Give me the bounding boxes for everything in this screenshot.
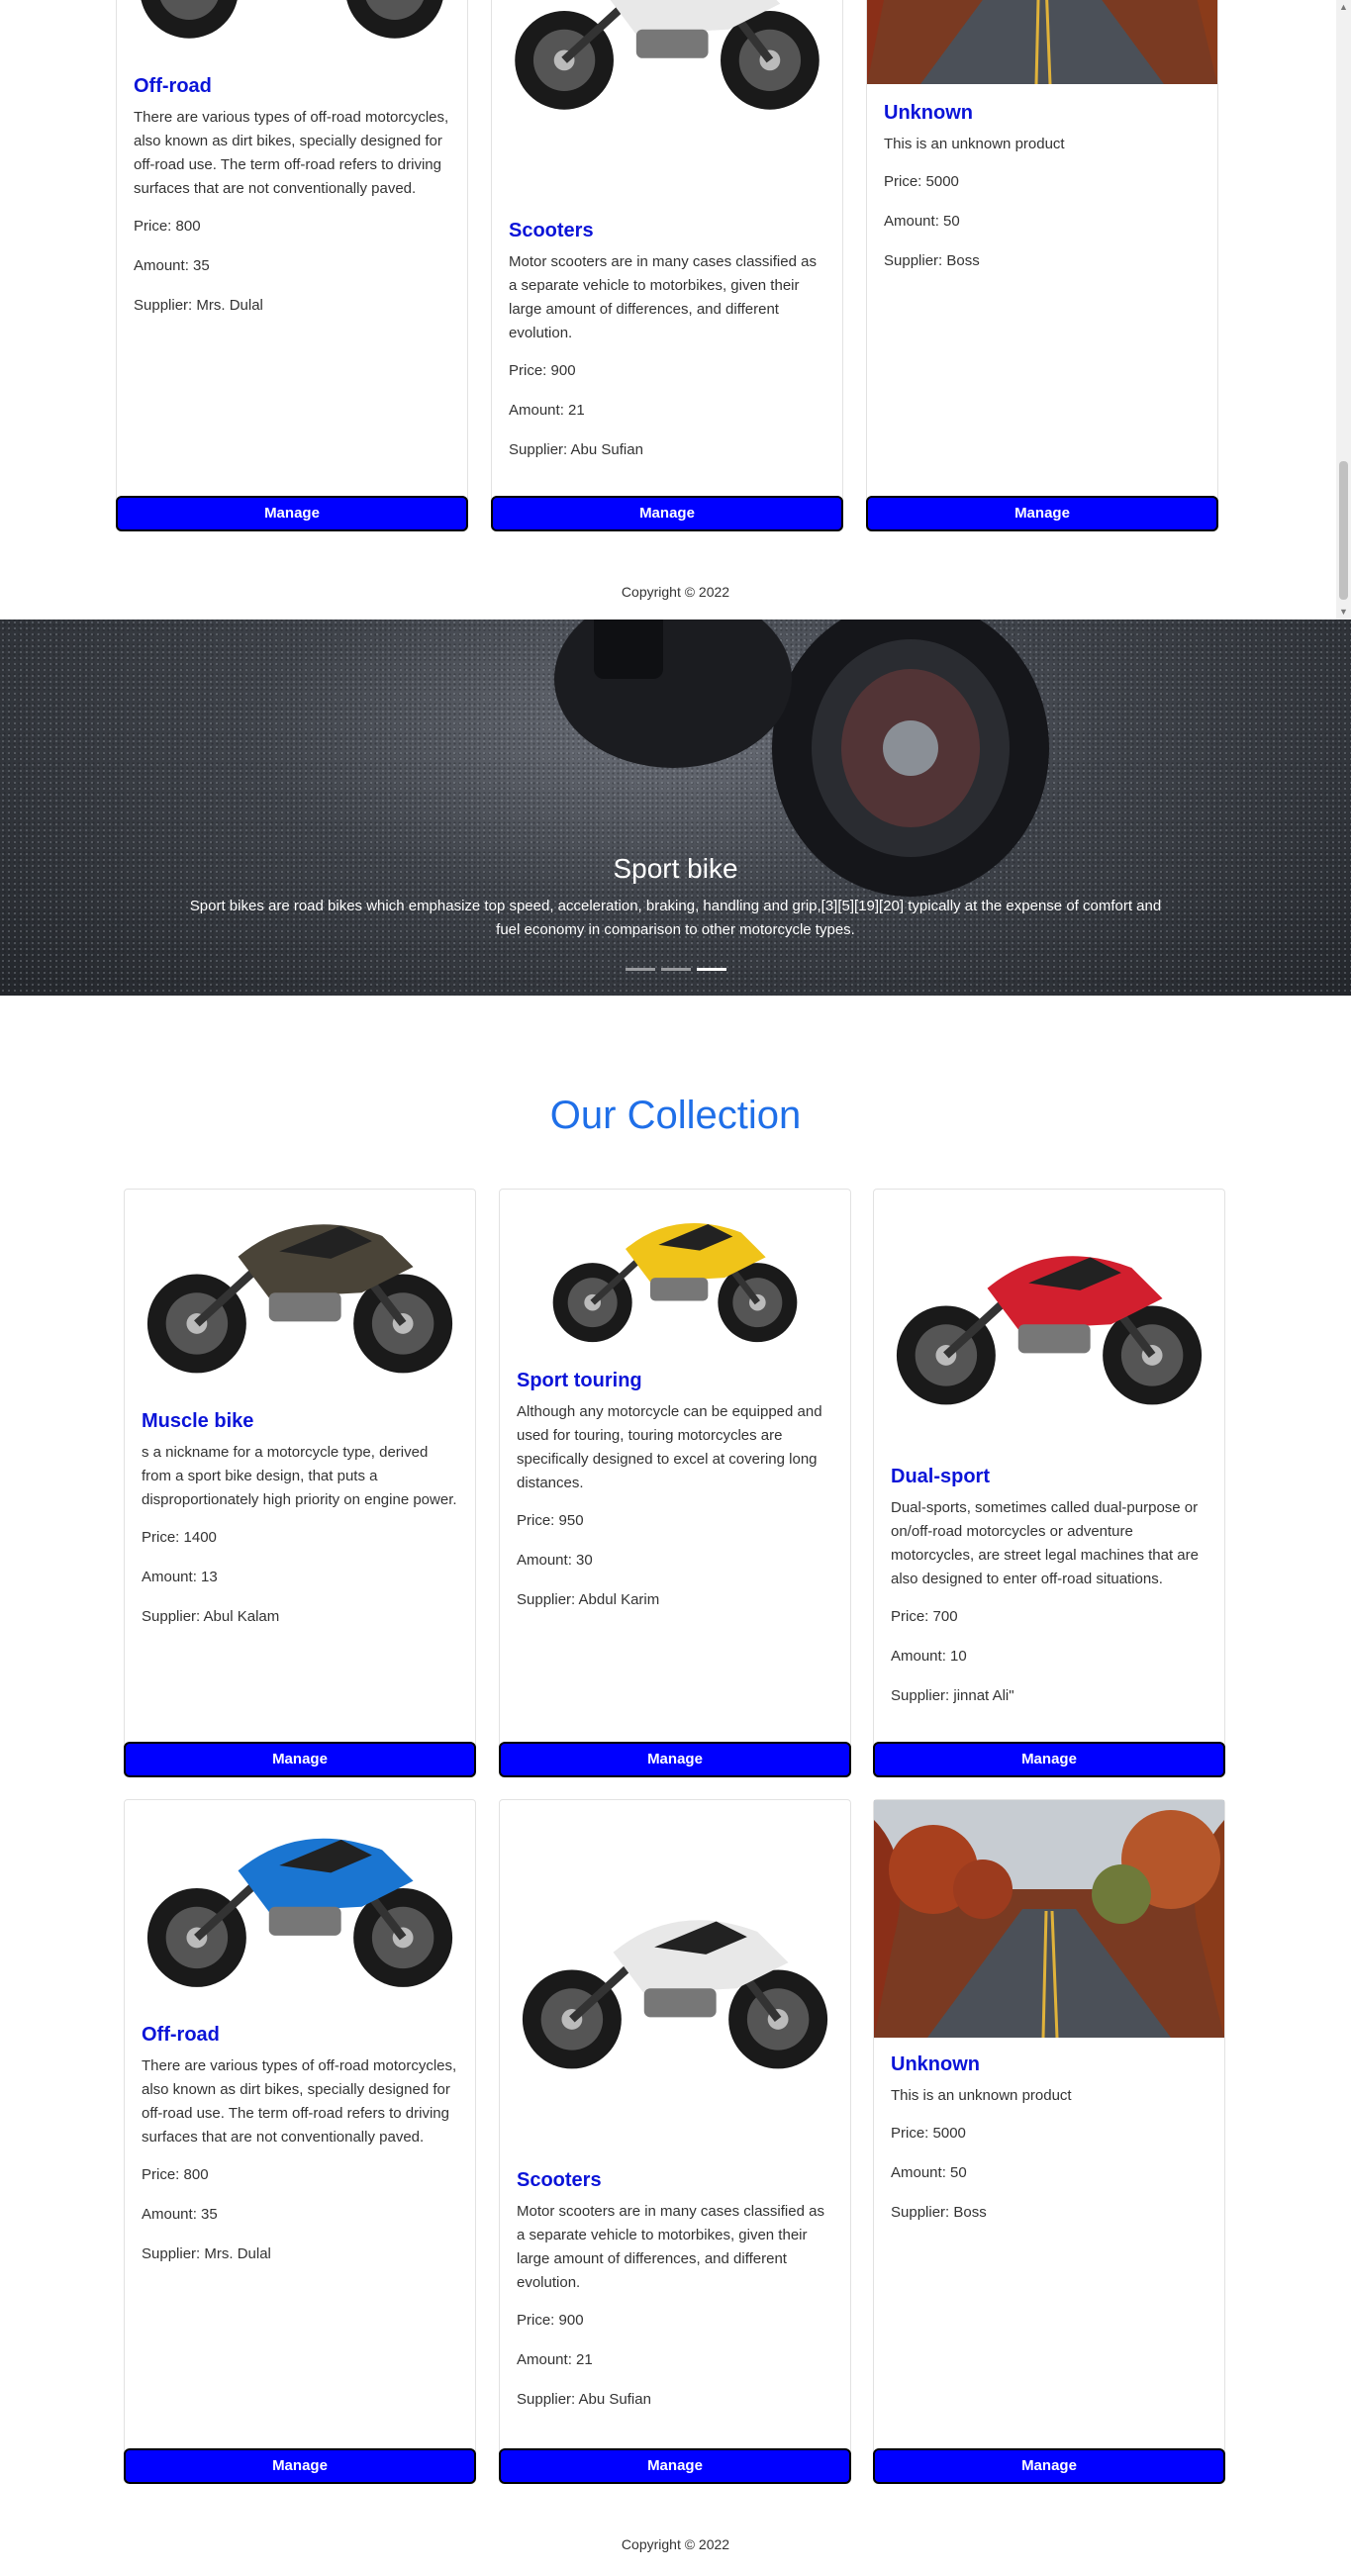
product-amount: Amount: 21 <box>517 2351 593 2368</box>
product-title: Scooters <box>517 2169 602 2191</box>
product-title: Off-road <box>134 75 212 97</box>
product-card-offroad: Off-road There are various types of off-… <box>124 1799 476 2484</box>
product-card-muscle-bike: Muscle bike s a nickname for a motorcycl… <box>124 1189 476 1777</box>
manage-button[interactable]: Manage <box>873 2448 1225 2484</box>
manage-button[interactable]: Manage <box>491 496 843 531</box>
product-description: There are various types of off-road moto… <box>134 109 449 197</box>
product-price: Price: 5000 <box>884 173 959 190</box>
section-heading: Our Collection <box>549 1094 802 1137</box>
product-price: Price: 950 <box>517 1512 584 1529</box>
motorcycle-image <box>125 1805 475 1998</box>
product-image <box>492 0 842 120</box>
manage-button[interactable]: Manage <box>124 2448 476 2484</box>
autumn-road-image <box>874 1800 1224 2038</box>
product-supplier: Supplier: Abu Sufian <box>509 441 643 458</box>
manage-button[interactable]: Manage <box>116 496 468 531</box>
product-description: There are various types of off-road moto… <box>142 2057 457 2146</box>
product-card-scooters: Scooters Motor scooters are in many case… <box>499 1799 851 2484</box>
product-description: Although any motorcycle can be equipped … <box>517 1403 822 1491</box>
motorcycle-image <box>874 1195 1224 1443</box>
footer-copyright: Copyright © 2022 <box>621 2536 730 2552</box>
vertical-scrollbar[interactable]: ▲ ▼ <box>1336 0 1351 620</box>
product-amount: Amount: 50 <box>891 2164 967 2181</box>
product-title: Scooters <box>509 220 594 241</box>
product-supplier: Supplier: Mrs. Dulal <box>134 297 263 314</box>
product-description: Motor scooters are in many cases classif… <box>517 2203 824 2291</box>
slide-title: Sport bike <box>613 853 738 884</box>
product-card-offroad: Off-road There are various types of off-… <box>116 0 468 531</box>
product-description: Dual-sports, sometimes called dual-purpo… <box>891 1499 1199 1587</box>
product-price: Price: 5000 <box>891 2125 966 2142</box>
motorcycle-image <box>500 1889 850 2077</box>
manage-button[interactable]: Manage <box>124 1742 476 1777</box>
product-image <box>117 0 467 46</box>
product-title: Sport touring <box>517 1370 642 1391</box>
product-amount: Amount: 30 <box>517 1552 593 1569</box>
copyright-text: Copyright © 2022 <box>621 584 730 600</box>
scrollbar-thumb[interactable] <box>1339 461 1348 600</box>
product-supplier: Supplier: jinnat Ali" <box>891 1687 1014 1704</box>
product-supplier: Supplier: Abul Kalam <box>142 1608 280 1625</box>
product-supplier: Supplier: Abu Sufian <box>517 2391 651 2408</box>
motorcycle-image <box>125 1193 475 1382</box>
scroll-up-arrow-icon[interactable]: ▲ <box>1336 0 1351 15</box>
product-amount: Amount: 21 <box>509 402 585 419</box>
product-price: Price: 800 <box>134 218 201 235</box>
product-title: Unknown <box>891 2053 980 2075</box>
product-amount: Amount: 13 <box>142 1569 218 1585</box>
product-card-dual-sport: Dual-sport Dual-sports, sometimes called… <box>873 1189 1225 1777</box>
carousel-indicator-1[interactable] <box>626 968 655 971</box>
product-price: Price: 1400 <box>142 1529 217 1546</box>
scrolled-page-frame: Off-road There are various types of off-… <box>0 0 1351 620</box>
product-amount: Amount: 50 <box>884 213 960 230</box>
product-amount: Amount: 10 <box>891 1648 967 1665</box>
product-description: This is an unknown product <box>891 2087 1072 2104</box>
product-description: Motor scooters are in many cases classif… <box>509 253 817 341</box>
product-image <box>874 1190 1224 1447</box>
product-image <box>125 1190 475 1387</box>
product-supplier: Supplier: Abdul Karim <box>517 1591 660 1608</box>
product-supplier: Supplier: Boss <box>891 2204 987 2221</box>
carousel-indicators <box>626 968 726 971</box>
hero-carousel: Sport bike Sport bikes are road bikes wh… <box>0 620 1351 996</box>
product-price: Price: 900 <box>509 362 576 379</box>
product-image <box>867 0 1217 84</box>
product-amount: Amount: 35 <box>134 257 210 274</box>
manage-button[interactable]: Manage <box>499 1742 851 1777</box>
motorcycle-image <box>492 0 842 117</box>
product-image <box>874 1800 1224 2038</box>
manage-button[interactable]: Manage <box>866 496 1218 531</box>
product-supplier: Supplier: Mrs. Dulal <box>142 2245 271 2262</box>
product-description: s a nickname for a motorcycle type, deri… <box>142 1444 457 1508</box>
product-image <box>500 1800 850 2097</box>
product-price: Price: 800 <box>142 2166 209 2183</box>
product-image <box>500 1190 850 1348</box>
product-title: Dual-sport <box>891 1466 990 1487</box>
product-image <box>125 1800 475 2003</box>
product-card-sport-touring: Sport touring Although any motorcycle ca… <box>499 1189 851 1777</box>
product-price: Price: 900 <box>517 2312 584 2329</box>
motorcycle-image <box>117 0 467 46</box>
product-card-unknown: Unknown This is an unknown product Price… <box>866 0 1218 531</box>
slide-caption: Sport bikes are road bikes which emphasi… <box>189 898 1162 938</box>
product-title: Unknown <box>884 102 973 124</box>
product-price: Price: 700 <box>891 1608 958 1625</box>
product-card-scooters: Scooters Motor scooters are in many case… <box>491 0 843 531</box>
product-description: This is an unknown product <box>884 136 1065 152</box>
scroll-down-arrow-icon[interactable]: ▼ <box>1336 605 1351 620</box>
product-title: Off-road <box>142 2024 220 2046</box>
autumn-road-image <box>867 0 1217 84</box>
manage-button[interactable]: Manage <box>499 2448 851 2484</box>
carousel-indicator-2[interactable] <box>661 968 691 971</box>
carousel-indicator-3[interactable] <box>697 968 726 971</box>
product-card-unknown: Unknown This is an unknown product Price… <box>873 1799 1225 2484</box>
motorcycle-image <box>500 1199 850 1348</box>
product-amount: Amount: 35 <box>142 2206 218 2223</box>
manage-button[interactable]: Manage <box>873 1742 1225 1777</box>
product-title: Muscle bike <box>142 1410 254 1432</box>
product-supplier: Supplier: Boss <box>884 252 980 269</box>
